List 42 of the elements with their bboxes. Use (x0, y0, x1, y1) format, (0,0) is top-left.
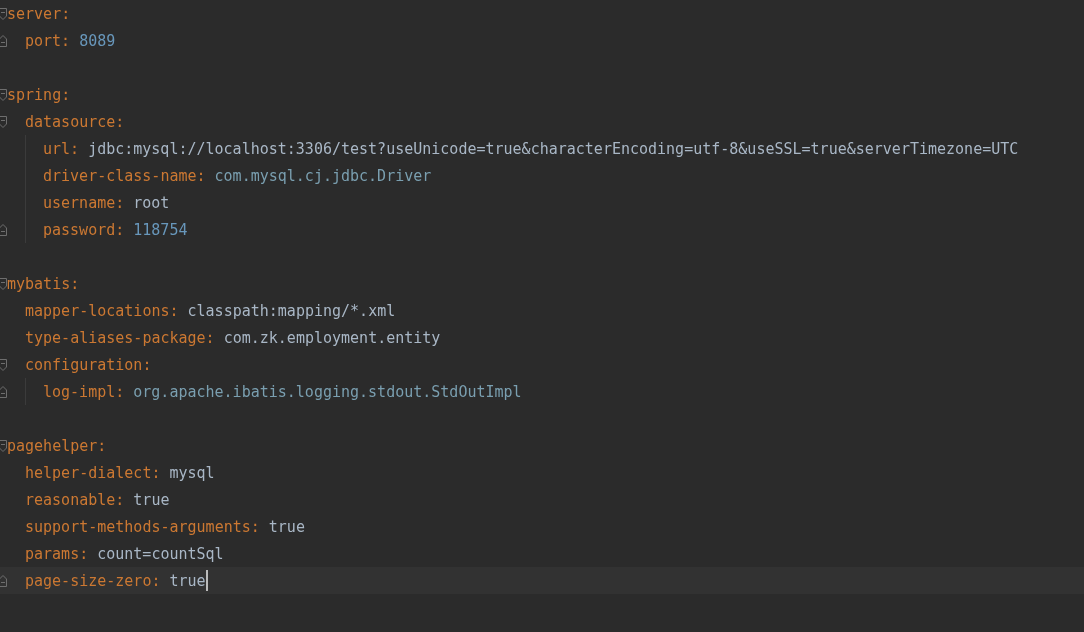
yaml-key: mybatis: (7, 274, 80, 293)
yaml-key: mapper-locations: (25, 301, 179, 320)
yaml-key: password: (43, 220, 125, 239)
fold-icon[interactable] (0, 7, 7, 20)
fold-icon[interactable] (0, 223, 7, 236)
yaml-value: root (133, 193, 170, 212)
yaml-key: page-size-zero: (25, 571, 161, 590)
yaml-key: reasonable: (25, 490, 125, 509)
yaml-value: count=countSql (97, 544, 224, 563)
yaml-value: mysql (169, 463, 215, 482)
yaml-key: server: (7, 4, 71, 23)
yaml-key: driver-class-name: (43, 166, 206, 185)
yaml-key: url: (43, 139, 80, 158)
yaml-value: true (133, 490, 170, 509)
yaml-value: com.zk.employment.entity (223, 328, 441, 347)
yaml-value: org.apache.ibatis.logging.stdout.StdOutImpl (133, 382, 522, 401)
yaml-value: 8089 (79, 31, 116, 50)
yaml-value: jdbc:mysql://localhost:3306/test?useUnicode=true&characterEncoding=utf-8&useSSL=true&serverTimezone=UTC (88, 139, 1019, 158)
fold-icon[interactable] (0, 277, 7, 290)
yaml-key: log-impl: (43, 382, 125, 401)
yaml-value: classpath:mapping/*.xml (187, 301, 396, 320)
yaml-value: com.mysql.cj.jdbc.Driver (214, 166, 432, 185)
yaml-key: spring: (7, 85, 71, 104)
yaml-key: port: (25, 31, 71, 50)
fold-icon[interactable] (0, 574, 7, 587)
yaml-value: true (169, 571, 206, 590)
yaml-key: params: (25, 544, 89, 563)
fold-icon[interactable] (0, 358, 7, 371)
yaml-key: configuration: (25, 355, 152, 374)
yaml-key: datasource: (25, 112, 125, 131)
fold-icon[interactable] (0, 115, 7, 128)
fold-icon[interactable] (0, 88, 7, 101)
yaml-key: support-methods-arguments: (25, 517, 260, 536)
fold-icon[interactable] (0, 439, 7, 452)
fold-icon[interactable] (0, 34, 7, 47)
yaml-value: true (268, 517, 305, 536)
yaml-key: type-aliases-package: (25, 328, 215, 347)
fold-icon[interactable] (0, 385, 7, 398)
yaml-key: helper-dialect: (25, 463, 161, 482)
yaml-value: 118754 (133, 220, 188, 239)
yaml-key: username: (43, 193, 125, 212)
yaml-key: pagehelper: (7, 436, 107, 455)
